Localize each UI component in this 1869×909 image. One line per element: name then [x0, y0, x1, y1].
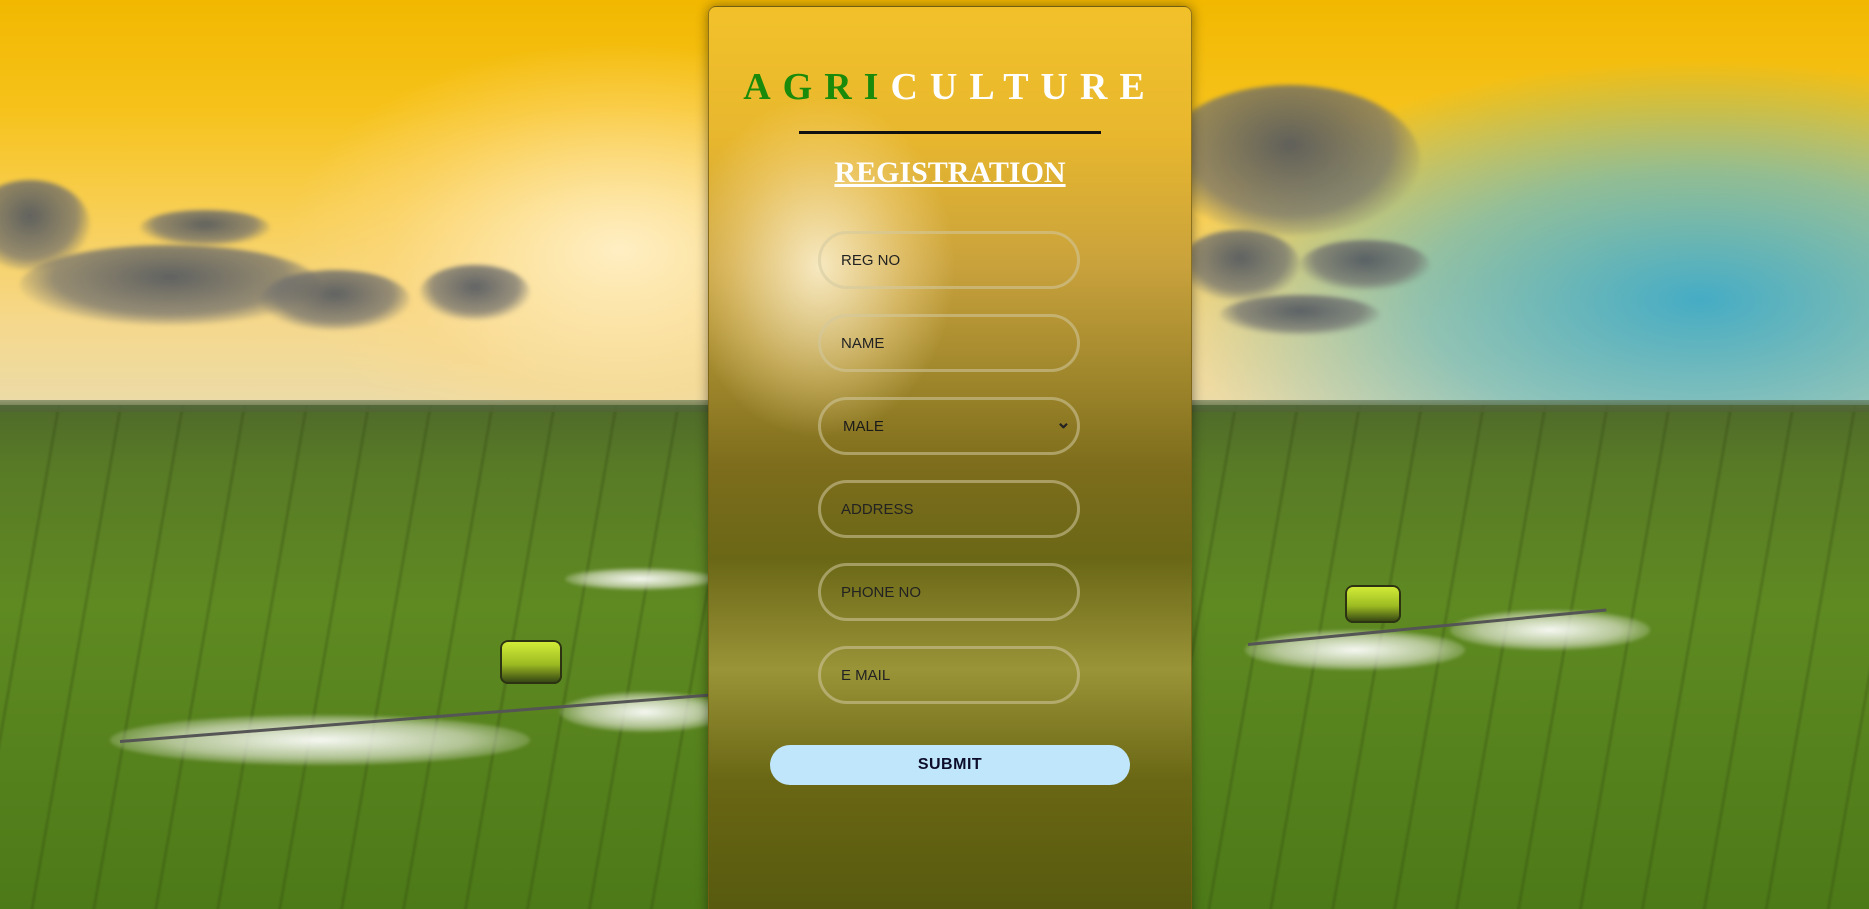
brand-title: AGRICULTURE — [709, 65, 1191, 109]
form-heading: REGISTRATION — [834, 156, 1066, 189]
submit-button[interactable]: SUBMIT — [770, 745, 1130, 785]
gender-select-value: MALE — [843, 418, 884, 435]
brand-title-culture: CULTURE — [890, 66, 1157, 108]
cloud — [420, 265, 530, 320]
cloud — [260, 270, 410, 330]
spray-mist — [1245, 630, 1465, 670]
email-input[interactable] — [818, 646, 1080, 704]
registration-card: AGRICULTURE REGISTRATION MALE ⌄ SUBMIT — [708, 6, 1192, 909]
page-background: AGRICULTURE REGISTRATION MALE ⌄ SUBMIT — [0, 0, 1869, 909]
brand-title-agri: AGRI — [743, 66, 891, 108]
chevron-down-icon: ⌄ — [1055, 412, 1071, 432]
reg-no-input[interactable] — [818, 231, 1080, 289]
name-input[interactable] — [818, 314, 1080, 372]
tractor — [500, 640, 562, 684]
phone-input[interactable] — [818, 563, 1080, 621]
cloud — [1300, 240, 1430, 290]
spray-mist — [110, 715, 530, 765]
tractor — [1345, 585, 1401, 623]
cloud — [1180, 230, 1300, 300]
cloud — [1160, 85, 1420, 235]
spray-mist — [565, 568, 715, 590]
title-divider — [799, 131, 1101, 134]
cloud — [1220, 295, 1380, 335]
address-input[interactable] — [818, 480, 1080, 538]
gender-select[interactable]: MALE ⌄ — [818, 397, 1080, 455]
cloud — [140, 210, 270, 246]
